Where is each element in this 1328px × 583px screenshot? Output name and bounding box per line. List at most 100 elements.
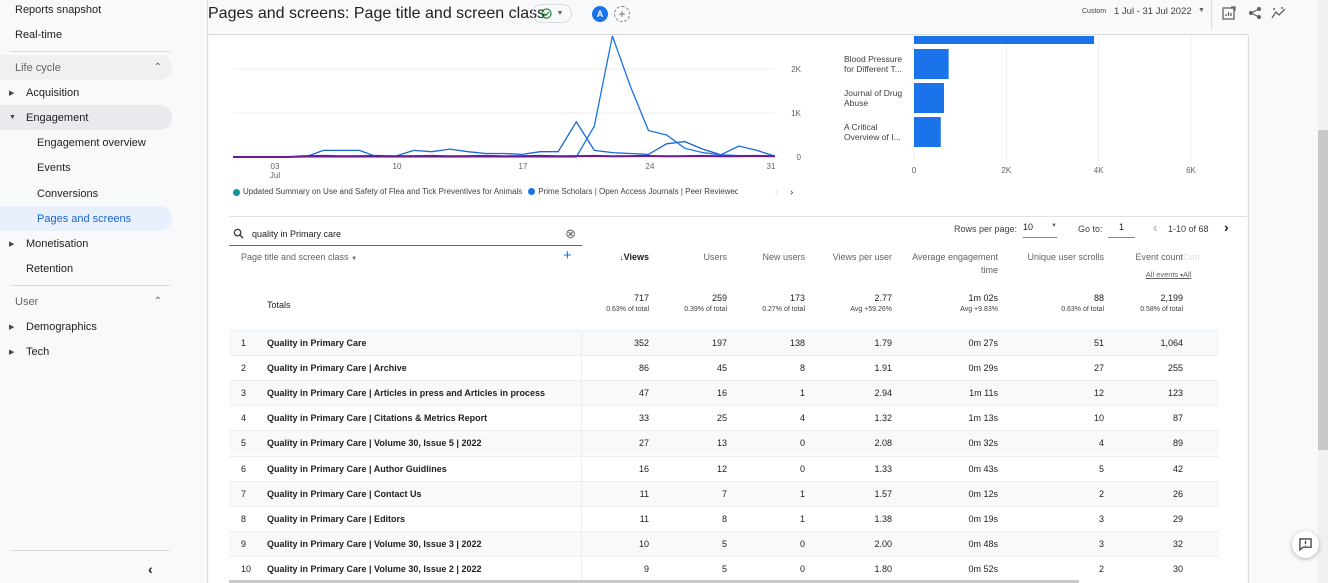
totals-value: 173 — [789, 293, 805, 303]
totals-cell: 88 0.63% of total — [1024, 293, 1104, 313]
date-range[interactable]: 1 Jul - 31 Jul 2022 — [1114, 6, 1192, 17]
table-row[interactable]: 2 Quality in Primary Care | Archive 86 45 8 1… — [229, 355, 1219, 382]
sidebar-item-monetisation[interactable]: ▶ Monetisation — [0, 231, 88, 256]
sidebar-item-engagement[interactable]: ▼ Engagement — [0, 105, 172, 130]
legend-item[interactable]: Updated Summary on Use and Safety of Fle… — [233, 187, 522, 196]
legend-label: Prime Scholars | Open Access Journals | … — [538, 187, 739, 197]
row-metric-value: 0 — [799, 538, 805, 549]
totals-cell: 717 0.63% of total — [569, 293, 649, 313]
legend-next-icon[interactable]: › — [790, 187, 793, 198]
x-tick-label: 17 — [519, 162, 528, 171]
bar[interactable] — [914, 49, 949, 79]
column-header[interactable]: Views per user — [812, 251, 892, 264]
column-header[interactable]: Unique user scrolls — [1024, 251, 1104, 264]
feedback-button[interactable] — [1292, 531, 1319, 558]
row-metric-value: 45 — [716, 363, 727, 374]
column-header[interactable]: ↓Views — [569, 251, 649, 264]
legend-label: Updated Summary on Use and Safety of Fle… — [243, 187, 523, 197]
row-page-title[interactable]: Quality in Primary Care | Volume 30, Iss… — [267, 539, 481, 549]
customize-report-icon[interactable] — [1220, 4, 1238, 22]
series-line-0[interactable] — [233, 120, 776, 158]
series-line-1[interactable] — [233, 36, 776, 158]
row-page-title[interactable]: Quality in Primary Care | Archive — [267, 363, 407, 373]
clear-search-icon[interactable]: ⊗ — [565, 226, 576, 242]
row-metric-value: 27 — [1093, 363, 1104, 374]
row-page-title[interactable]: Quality in Primary Care | Contact Us — [267, 489, 422, 499]
row-metric-value: 0m 29s — [968, 363, 998, 374]
column-header[interactable]: Event count All events ▾ — [1103, 251, 1183, 283]
sidebar-item-pages-and-screens[interactable]: Pages and screens — [0, 206, 172, 231]
bar[interactable] — [914, 36, 1095, 44]
row-metric-value: 0m 19s — [968, 513, 998, 524]
table-row[interactable]: 10 Quality in Primary Care | Volume 30, I… — [229, 555, 1219, 582]
metric-selector[interactable]: All events ▾ — [1103, 268, 1183, 283]
metric-selector[interactable]: All — [1183, 268, 1207, 281]
sidebar-item-demographics[interactable]: ▶ Demographics — [0, 314, 97, 339]
table-row[interactable]: 3 Quality in Primary Care | Articles in p… — [229, 380, 1219, 407]
scrollbar-thumb[interactable] — [1318, 130, 1328, 450]
sidebar-item-tech[interactable]: ▶ Tech — [0, 339, 49, 364]
next-page-icon[interactable]: › — [1224, 219, 1229, 235]
sidebar-item-retention[interactable]: Retention — [0, 256, 73, 281]
caret-down-icon: ▼ — [556, 10, 564, 17]
row-metric-value: 4 — [799, 413, 805, 424]
dimension-header[interactable]: Page title and screen class ▼ — [241, 251, 357, 266]
goto-input[interactable]: 1 — [1108, 222, 1135, 238]
collapse-sidebar-icon[interactable]: ‹ — [148, 561, 153, 577]
add-comparison-icon[interactable]: + — [614, 6, 630, 22]
row-page-title[interactable]: Quality in Primary Care — [267, 338, 367, 348]
insights-icon[interactable] — [1270, 4, 1288, 22]
column-header[interactable]: Con All — [1183, 251, 1207, 281]
row-metric-value: 1.80 — [874, 563, 892, 574]
row-metric-value: 1.79 — [874, 338, 892, 348]
sidebar-section-lifecycle[interactable]: Life cycle ⌃ — [0, 55, 172, 80]
column-divider — [581, 431, 582, 457]
sidebar-item-events[interactable]: Events — [0, 155, 71, 180]
row-page-title[interactable]: Quality in Primary Care | Editors — [267, 514, 405, 524]
prev-page-icon[interactable]: ‹ — [1153, 220, 1157, 235]
bar-category-label: Blood Pressure for Different T... — [844, 54, 903, 74]
page-scrollbar[interactable] — [1318, 0, 1328, 583]
column-header[interactable]: Users — [647, 251, 727, 264]
caret-down-icon[interactable]: ▼ — [1198, 7, 1205, 14]
column-header[interactable]: New users — [725, 251, 805, 264]
row-index: 8 — [241, 513, 247, 524]
row-page-title[interactable]: Quality in Primary Care | Volume 30, Iss… — [267, 564, 481, 574]
table-row[interactable]: 4 Quality in Primary Care | Citations & M… — [229, 405, 1219, 432]
status-dropdown[interactable]: ▼ — [532, 4, 572, 23]
legend-prev-icon[interactable]: ‹ — [775, 187, 778, 198]
sidebar-item-engagement-overview[interactable]: Engagement overview — [0, 130, 146, 155]
table-row[interactable]: 5 Quality in Primary Care | Volume 30, Is… — [229, 430, 1219, 457]
bar[interactable] — [914, 83, 945, 113]
table-row[interactable]: 1 Quality in Primary Care 352 197 138 1.79 0m … — [229, 330, 1219, 356]
table-row[interactable]: 8 Quality in Primary Care | Editors 11 8 1 1.… — [229, 505, 1219, 532]
date-preset[interactable]: Custom — [1082, 8, 1106, 15]
series-line-2[interactable] — [233, 154, 776, 158]
sidebar-item-conversions[interactable]: Conversions — [0, 181, 98, 206]
column-header[interactable]: Average engagement time — [908, 251, 998, 277]
share-icon[interactable] — [1246, 4, 1264, 22]
rows-per-page-select[interactable]: 10 ▼ — [1023, 222, 1057, 238]
table-row[interactable]: 9 Quality in Primary Care | Volume 30, Is… — [229, 530, 1219, 557]
totals-subtext: Avg +59.26% — [850, 306, 892, 313]
caret-right-icon: ▶ — [9, 348, 15, 356]
row-metric-value: 0m 12s — [968, 488, 998, 499]
table-row[interactable]: 6 Quality in Primary Care | Author Guidli… — [229, 455, 1219, 482]
bar[interactable] — [914, 117, 941, 147]
legend-item[interactable]: Prime Scholars | Open Access Journals | … — [528, 187, 738, 196]
sidebar-section-user[interactable]: User ⌃ — [0, 289, 172, 314]
avatar[interactable]: A — [592, 6, 608, 22]
search-icon — [233, 228, 244, 239]
table-row[interactable]: 7 Quality in Primary Care | Contact Us 11 7… — [229, 480, 1219, 507]
row-page-title[interactable]: Quality in Primary Care | Citations & Me… — [267, 413, 487, 423]
search-input[interactable] — [252, 228, 552, 239]
row-page-title[interactable]: Quality in Primary Care | Articles in pr… — [267, 388, 545, 398]
row-page-title[interactable]: Quality in Primary Care | Author Guidlin… — [267, 464, 447, 474]
row-metric-value: 11 — [639, 513, 649, 524]
sidebar-item-reports-snapshot[interactable]: Reports snapshot — [15, 0, 101, 22]
totals-value: 717 — [633, 293, 649, 303]
sidebar-item-realtime[interactable]: Real-time — [15, 22, 62, 47]
row-metric-value: 1.38 — [874, 513, 892, 524]
sidebar-item-acquisition[interactable]: ▶ Acquisition — [0, 80, 172, 105]
row-page-title[interactable]: Quality in Primary Care | Volume 30, Iss… — [267, 438, 481, 448]
